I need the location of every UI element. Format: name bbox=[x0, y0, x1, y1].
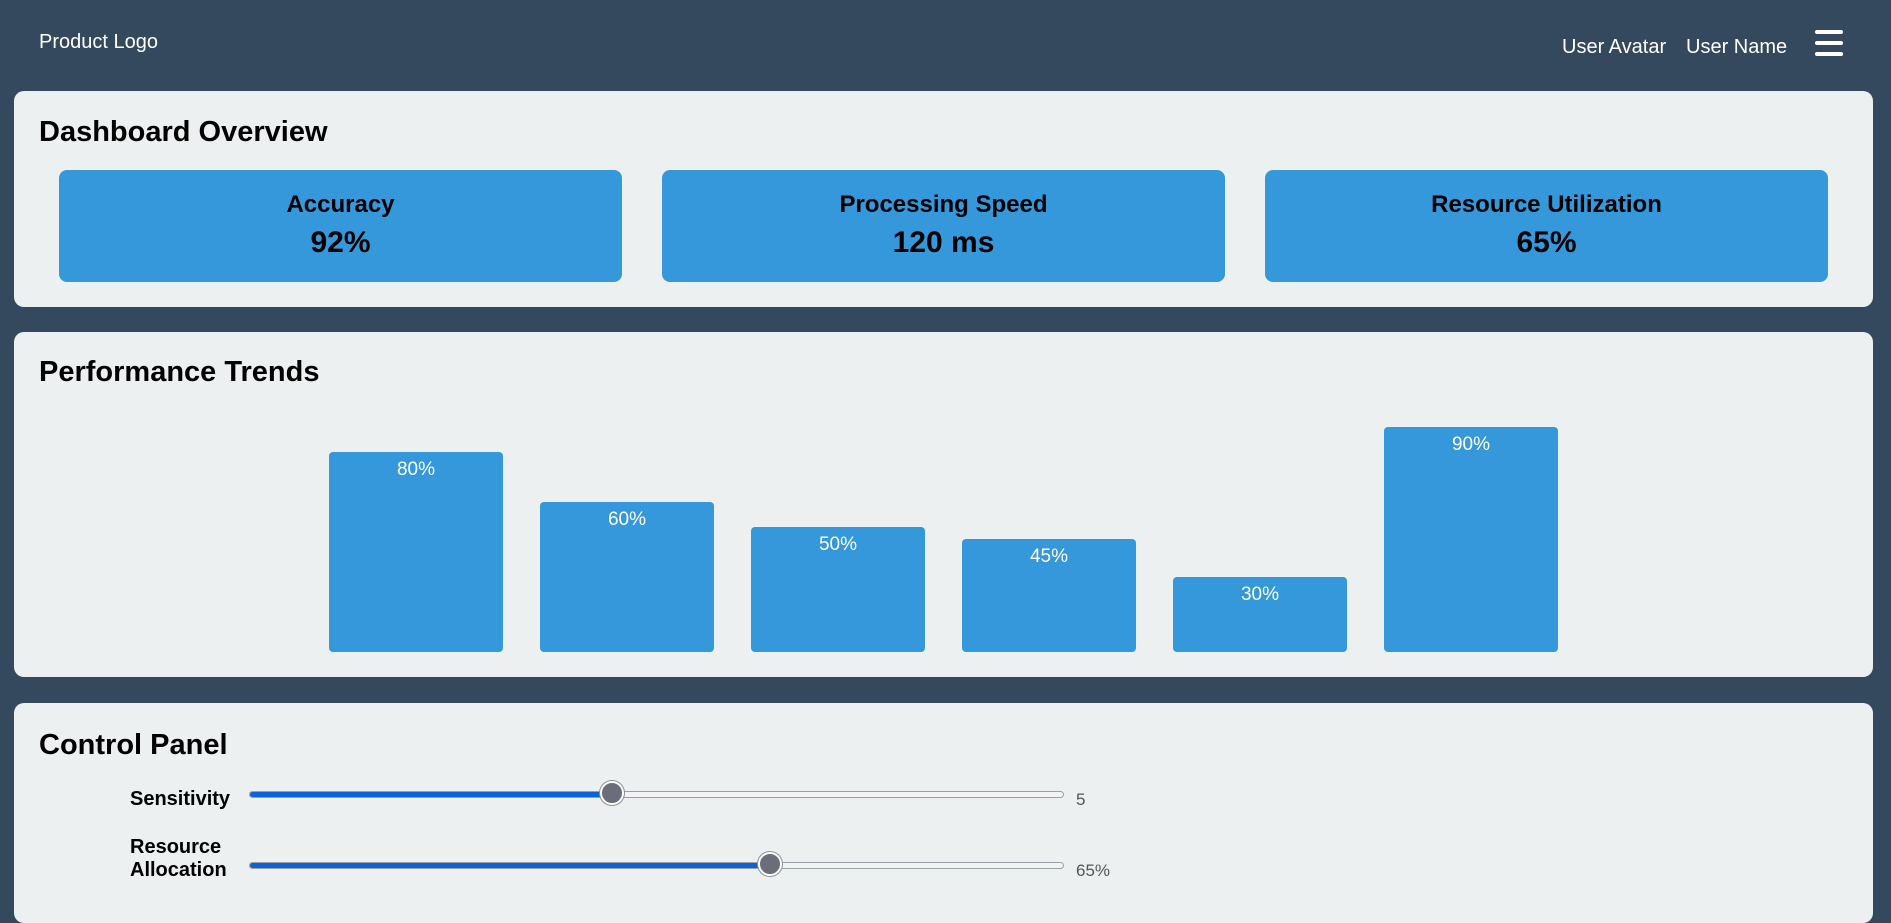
sensitivity-slider[interactable] bbox=[249, 781, 1064, 805]
chart-bar: 60% bbox=[540, 502, 714, 652]
resource-allocation-label: Resource Allocation bbox=[130, 836, 227, 881]
metric-label: Accuracy bbox=[286, 191, 395, 218]
slider-fill bbox=[250, 792, 612, 797]
chart-bar: 80% bbox=[329, 452, 503, 652]
metric-label: Resource Utilization bbox=[1431, 191, 1662, 218]
metric-card-processing-speed: Processing Speed 120 ms bbox=[662, 170, 1225, 282]
bar-value-label: 50% bbox=[818, 534, 858, 555]
metric-card-accuracy: Accuracy 92% bbox=[59, 170, 622, 282]
resource-allocation-slider[interactable] bbox=[249, 852, 1064, 876]
sensitivity-label: Sensitivity bbox=[130, 788, 231, 810]
bar-value-label: 60% bbox=[607, 509, 647, 530]
top-bar: Product Logo User Avatar User Name bbox=[0, 0, 1891, 90]
slider-thumb[interactable] bbox=[599, 781, 624, 805]
control-panel-title: Control Panel bbox=[39, 729, 228, 761]
metric-label: Processing Speed bbox=[839, 191, 1048, 218]
hamburger-menu-icon[interactable] bbox=[1815, 30, 1843, 56]
dashboard-overview-panel: Dashboard Overview Accuracy 92% Processi… bbox=[14, 91, 1873, 307]
bar-value-label: 45% bbox=[1029, 546, 1069, 567]
user-name[interactable]: User Name bbox=[1686, 36, 1787, 59]
performance-bar-chart: 80% 60% 50% 45% 30% 90% bbox=[14, 332, 1873, 677]
metric-value: 92% bbox=[310, 226, 371, 259]
control-panel: Control Panel Sensitivity 5 Resource All… bbox=[14, 703, 1873, 923]
metric-value: 65% bbox=[1516, 226, 1577, 259]
chart-bar: 30% bbox=[1173, 577, 1347, 652]
product-logo[interactable]: Product Logo bbox=[39, 31, 158, 54]
chart-bar: 50% bbox=[751, 527, 925, 652]
metric-value: 120 ms bbox=[892, 226, 995, 259]
chart-bar: 45% bbox=[962, 539, 1136, 652]
menu-line bbox=[1815, 30, 1843, 34]
user-avatar[interactable]: User Avatar bbox=[1562, 36, 1666, 59]
menu-line bbox=[1815, 41, 1843, 45]
overview-title: Dashboard Overview bbox=[39, 116, 328, 148]
bar-value-label: 80% bbox=[396, 459, 436, 480]
menu-line bbox=[1815, 52, 1843, 56]
slider-fill bbox=[250, 863, 771, 868]
chart-bar: 90% bbox=[1384, 427, 1558, 652]
slider-thumb[interactable] bbox=[758, 852, 783, 876]
performance-trends-panel: Performance Trends 80% 60% 50% 45% 30% 90% bbox=[14, 332, 1873, 677]
metric-card-resource-utilization: Resource Utilization 65% bbox=[1265, 170, 1828, 282]
bar-value-label: 30% bbox=[1240, 584, 1280, 605]
bar-value-label: 90% bbox=[1451, 434, 1491, 455]
sensitivity-value: 5 bbox=[1076, 790, 1086, 809]
resource-allocation-value: 65% bbox=[1076, 861, 1111, 880]
